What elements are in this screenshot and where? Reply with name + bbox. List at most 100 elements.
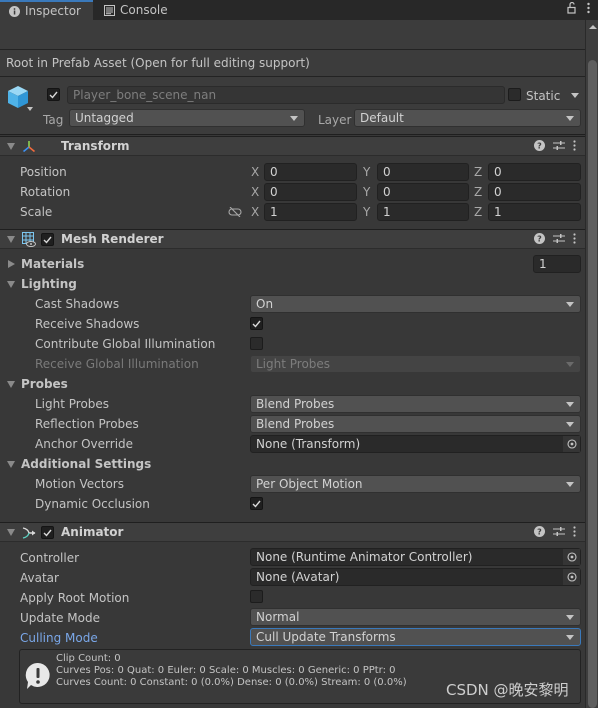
apply-root-motion-label: Apply Root Motion <box>20 591 130 605</box>
apply-root-motion-checkbox[interactable] <box>250 590 263 603</box>
materials-label[interactable]: Materials <box>21 256 84 272</box>
avatar-field[interactable]: None (Avatar) <box>250 568 581 586</box>
help-icon[interactable]: ? <box>534 233 545 247</box>
light-probes-dropdown[interactable]: Blend Probes <box>250 395 581 413</box>
scale-z-input[interactable]: 1 <box>488 203 581 221</box>
receive-shadows-checkbox[interactable] <box>250 317 263 330</box>
additional-settings-label[interactable]: Additional Settings <box>21 456 151 472</box>
scrollbar-thumb[interactable] <box>588 60 597 708</box>
anchor-override-value: None (Transform) <box>256 437 361 451</box>
object-picker-icon[interactable] <box>562 569 580 585</box>
tag-dropdown[interactable]: Untagged <box>69 109 305 127</box>
layer-dropdown[interactable]: Default <box>354 109 581 127</box>
position-x-input[interactable]: 0 <box>264 163 357 181</box>
gameobject-active-checkbox[interactable] <box>47 88 60 101</box>
layer-value: Default <box>360 111 404 125</box>
chevron-down-icon <box>566 116 574 121</box>
axis-y-label: Y <box>363 205 371 219</box>
object-picker-icon[interactable] <box>562 436 580 452</box>
kebab-menu-icon[interactable] <box>573 233 576 247</box>
receive-gi-dropdown: Light Probes <box>250 355 581 373</box>
presets-icon[interactable] <box>553 140 565 154</box>
probes-foldout-icon[interactable] <box>7 381 15 388</box>
dynamic-occlusion-checkbox[interactable] <box>250 497 263 510</box>
animator-header[interactable]: Animator ? <box>0 522 585 542</box>
object-picker-icon[interactable] <box>562 549 580 565</box>
prefab-note: Root in Prefab Asset (Open for full edit… <box>0 50 585 77</box>
icon-dropdown-arrow-icon[interactable] <box>27 107 33 111</box>
mesh-renderer-icon <box>22 232 36 250</box>
scroll-up-arrow-icon[interactable] <box>589 25 597 29</box>
unlinked-scale-icon[interactable] <box>228 206 242 220</box>
tab-label: Inspector <box>25 4 81 18</box>
presets-icon[interactable] <box>553 233 565 247</box>
motion-vectors-dropdown[interactable]: Per Object Motion <box>250 475 581 493</box>
update-mode-value: Normal <box>256 610 300 624</box>
tab-inspector[interactable]: Inspector <box>0 0 93 20</box>
vertical-scrollbar[interactable] <box>585 20 598 708</box>
tab-console[interactable]: Console <box>95 0 185 20</box>
rotation-z-input[interactable]: 0 <box>488 183 581 201</box>
culling-mode-dropdown[interactable]: Cull Update Transforms <box>250 628 581 646</box>
scale-x-input[interactable]: 1 <box>264 203 357 221</box>
scale-y-input[interactable]: 1 <box>377 203 469 221</box>
transform-header[interactable]: Transform ? <box>0 136 585 156</box>
materials-count-input[interactable]: 1 <box>533 255 581 273</box>
gameobject-header: Player_bone_scene_nan Static Tag Untagge… <box>0 77 585 135</box>
reflection-probes-dropdown[interactable]: Blend Probes <box>250 415 581 433</box>
probes-label[interactable]: Probes <box>21 376 68 392</box>
mesh-renderer-header[interactable]: Mesh Renderer ? <box>0 229 585 249</box>
axis-z-label: Z <box>474 185 483 199</box>
gameobject-cube-icon[interactable] <box>7 85 29 112</box>
kebab-menu-icon[interactable] <box>573 140 576 154</box>
static-dropdown-arrow-icon[interactable] <box>571 93 579 98</box>
static-checkbox[interactable] <box>508 88 521 101</box>
warning-icon <box>25 662 51 693</box>
help-icon[interactable]: ? <box>534 526 545 540</box>
position-y-input[interactable]: 0 <box>377 163 469 181</box>
layer-label: Layer <box>318 113 352 127</box>
help-icon[interactable]: ? <box>534 140 545 154</box>
gameobject-name-input[interactable]: Player_bone_scene_nan <box>67 86 505 104</box>
axis-x-label: X <box>251 185 260 199</box>
cast-shadows-dropdown[interactable]: On <box>250 295 581 313</box>
anchor-override-field[interactable]: None (Transform) <box>250 435 581 453</box>
presets-icon[interactable] <box>553 526 565 540</box>
info-icon <box>9 5 20 17</box>
inspector-header-area <box>0 20 585 50</box>
controller-field[interactable]: None (Runtime Animator Controller) <box>250 548 581 566</box>
axis-x-label: X <box>251 165 260 179</box>
foldout-arrow-icon[interactable] <box>7 236 15 243</box>
console-icon <box>104 4 115 16</box>
animator-title: Animator <box>61 525 124 539</box>
foldout-arrow-icon[interactable] <box>7 143 15 150</box>
contribute-gi-checkbox[interactable] <box>250 337 263 350</box>
chevron-down-icon <box>566 302 574 307</box>
axis-y-label: Y <box>363 165 371 179</box>
chevron-down-icon <box>566 635 574 640</box>
lighting-label[interactable]: Lighting <box>21 276 77 292</box>
kebab-menu-icon[interactable] <box>587 2 590 17</box>
chevron-down-icon <box>290 116 298 121</box>
animator-enabled-checkbox[interactable] <box>41 526 54 539</box>
contribute-gi-label: Contribute Global Illumination <box>35 337 216 351</box>
axis-z-label: Z <box>474 205 483 219</box>
tab-label: Console <box>120 3 168 17</box>
tag-value: Untagged <box>75 111 134 125</box>
materials-foldout-icon[interactable] <box>8 260 15 268</box>
controller-label: Controller <box>20 551 80 565</box>
lighting-foldout-icon[interactable] <box>7 281 15 288</box>
lock-open-icon[interactable] <box>567 1 577 17</box>
position-z-input[interactable]: 0 <box>488 163 581 181</box>
additional-settings-foldout-icon[interactable] <box>7 461 15 468</box>
update-mode-dropdown[interactable]: Normal <box>250 608 581 626</box>
reflection-probes-value: Blend Probes <box>256 417 335 431</box>
kebab-menu-icon[interactable] <box>573 526 576 540</box>
rotation-x-input[interactable]: 0 <box>264 183 357 201</box>
foldout-arrow-icon[interactable] <box>7 529 15 536</box>
receive-shadows-label: Receive Shadows <box>35 317 140 331</box>
mesh-renderer-enabled-checkbox[interactable] <box>41 233 54 246</box>
rotation-y-input[interactable]: 0 <box>377 183 469 201</box>
svg-text:?: ? <box>537 528 542 537</box>
svg-text:?: ? <box>537 235 542 244</box>
